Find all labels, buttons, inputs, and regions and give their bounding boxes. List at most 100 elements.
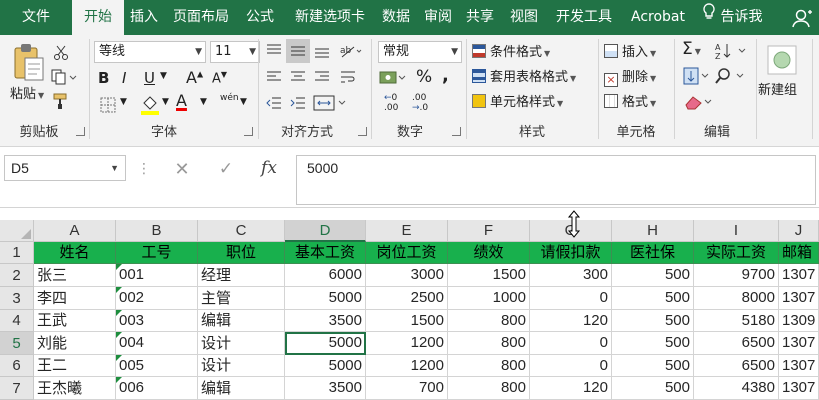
row-header-4[interactable]: 4 xyxy=(0,310,34,332)
cell-a6[interactable]: 王二 xyxy=(34,355,116,377)
fill-color-dropdown-icon[interactable]: ▼ xyxy=(162,97,169,107)
delete-cells-button[interactable]: × 删除 ▼ xyxy=(604,66,656,87)
cell-i5[interactable]: 6500 xyxy=(694,332,779,355)
insert-cells-button[interactable]: 插入 ▼ xyxy=(604,41,656,60)
cell-c3[interactable]: 主管 xyxy=(198,287,285,310)
tab-share[interactable]: 共享 xyxy=(460,0,500,35)
percent-style-button[interactable]: % xyxy=(416,67,432,87)
accounting-format-icon[interactable] xyxy=(378,67,408,89)
increase-indent-icon[interactable] xyxy=(286,91,310,115)
cell-j4[interactable]: 1309 xyxy=(779,310,819,332)
cell-e6[interactable]: 1200 xyxy=(366,355,448,377)
phonetic-dropdown-icon[interactable]: ▼ xyxy=(240,97,247,107)
row-header-5[interactable]: 5 xyxy=(0,332,34,355)
select-all-corner[interactable] xyxy=(0,220,34,242)
row-header-3[interactable]: 3 xyxy=(0,287,34,310)
cell-f7[interactable]: 800 xyxy=(448,377,530,400)
cell-g7[interactable]: 120 xyxy=(530,377,612,400)
decrease-font-size-button[interactable]: A▼ xyxy=(212,70,227,86)
cell-g2[interactable]: 300 xyxy=(530,264,612,287)
cell-j6[interactable]: 1307 xyxy=(779,355,819,377)
column-header-j[interactable]: J xyxy=(779,220,819,242)
borders-icon[interactable] xyxy=(96,95,120,115)
align-bottom-icon[interactable] xyxy=(310,39,334,63)
format-as-table-button[interactable]: 套用表格格式 ▼ xyxy=(472,66,576,85)
font-size-combo[interactable]: 11 ▼ xyxy=(210,41,260,63)
cell-a3[interactable]: 李四 xyxy=(34,287,116,310)
cell-a5[interactable]: 刘能 xyxy=(34,332,116,355)
cell-b1[interactable]: 工号 xyxy=(116,242,198,264)
tab-view[interactable]: 视图 xyxy=(504,0,544,35)
tab-developer[interactable]: 开发工具 xyxy=(548,0,620,35)
cell-f6[interactable]: 800 xyxy=(448,355,530,377)
merge-center-icon[interactable] xyxy=(310,91,350,115)
underline-button[interactable]: U xyxy=(144,69,155,87)
cell-h4[interactable]: 500 xyxy=(612,310,694,332)
column-header-h[interactable]: H xyxy=(612,220,694,242)
cell-a7[interactable]: 王杰曦 xyxy=(34,377,116,400)
row-header-1[interactable]: 1 xyxy=(0,242,34,264)
insert-function-button[interactable]: fx xyxy=(256,157,282,179)
tab-insert[interactable]: 插入 xyxy=(124,0,164,35)
font-color-dropdown-icon[interactable]: ▼ xyxy=(200,97,207,107)
column-header-b[interactable]: B xyxy=(116,220,198,242)
cell-g1[interactable]: 请假扣款 xyxy=(530,242,612,264)
column-header-f[interactable]: F xyxy=(448,220,530,242)
font-color-button[interactable]: A xyxy=(176,91,187,110)
cell-f3[interactable]: 1000 xyxy=(448,287,530,310)
cell-c6[interactable]: 设计 xyxy=(198,355,285,377)
new-group-icon[interactable] xyxy=(764,43,800,77)
cell-j5[interactable]: 1307 xyxy=(779,332,819,355)
cell-c1[interactable]: 职位 xyxy=(198,242,285,264)
tab-formulas[interactable]: 公式 xyxy=(240,0,280,35)
cell-b3[interactable]: 002 xyxy=(116,287,198,310)
phonetic-guide-button[interactable]: wén xyxy=(220,93,239,103)
cell-styles-button[interactable]: 单元格样式 ▼ xyxy=(472,91,563,110)
column-header-a[interactable]: A xyxy=(34,220,116,242)
cell-g6[interactable]: 0 xyxy=(530,355,612,377)
cell-c7[interactable]: 编辑 xyxy=(198,377,285,400)
tell-me-box[interactable]: 告诉我 xyxy=(702,0,762,35)
cell-f2[interactable]: 1500 xyxy=(448,264,530,287)
cell-j7[interactable]: 1307 xyxy=(779,377,819,400)
cell-i2[interactable]: 9700 xyxy=(694,264,779,287)
underline-dropdown-icon[interactable]: ▼ xyxy=(160,71,167,81)
fill-icon[interactable] xyxy=(682,65,712,87)
alignment-launcher-icon[interactable] xyxy=(358,127,367,136)
copy-icon[interactable] xyxy=(50,67,78,87)
paste-button[interactable]: 粘贴 ▼ xyxy=(10,83,44,102)
row-header-7[interactable]: 7 xyxy=(0,377,34,400)
number-format-combo[interactable]: 常规 ▼ xyxy=(378,41,462,63)
paste-icon[interactable] xyxy=(8,41,48,85)
tab-file[interactable]: 文件 xyxy=(8,0,64,35)
cell-a2[interactable]: 张三 xyxy=(34,264,116,287)
cell-a1[interactable]: 姓名 xyxy=(34,242,116,264)
fill-color-icon[interactable] xyxy=(138,93,162,117)
tab-data[interactable]: 数据 xyxy=(376,0,416,35)
align-middle-icon[interactable] xyxy=(286,39,310,63)
cell-d5[interactable]: 5000 xyxy=(285,332,366,355)
cell-g4[interactable]: 120 xyxy=(530,310,612,332)
cell-f1[interactable]: 绩效 xyxy=(448,242,530,264)
user-icon[interactable] xyxy=(790,6,814,30)
format-painter-icon[interactable] xyxy=(50,91,72,111)
clipboard-launcher-icon[interactable] xyxy=(76,127,85,136)
comma-style-button[interactable]: , xyxy=(442,65,449,86)
increase-decimal-button[interactable]: ←0.00 xyxy=(384,93,398,113)
cancel-icon[interactable]: ✕ xyxy=(170,159,194,180)
enter-icon[interactable]: ✓ xyxy=(214,159,238,179)
increase-font-size-button[interactable]: A▲ xyxy=(186,68,203,87)
cell-e4[interactable]: 1500 xyxy=(366,310,448,332)
borders-dropdown-icon[interactable]: ▼ xyxy=(120,97,127,107)
row-header-2[interactable]: 2 xyxy=(0,264,34,287)
tab-acrobat[interactable]: Acrobat xyxy=(624,0,692,35)
cell-e1[interactable]: 岗位工资 xyxy=(366,242,448,264)
column-header-d[interactable]: D xyxy=(285,220,366,242)
clear-icon[interactable] xyxy=(682,91,716,113)
sort-filter-icon[interactable]: AZ xyxy=(714,41,748,61)
autosum-button[interactable]: Σ ▼ xyxy=(682,39,701,59)
cut-icon[interactable] xyxy=(50,43,72,63)
font-name-combo[interactable]: 等线 ▼ xyxy=(94,41,206,63)
cell-d1[interactable]: 基本工资 xyxy=(285,242,366,264)
cell-c5[interactable]: 设计 xyxy=(198,332,285,355)
